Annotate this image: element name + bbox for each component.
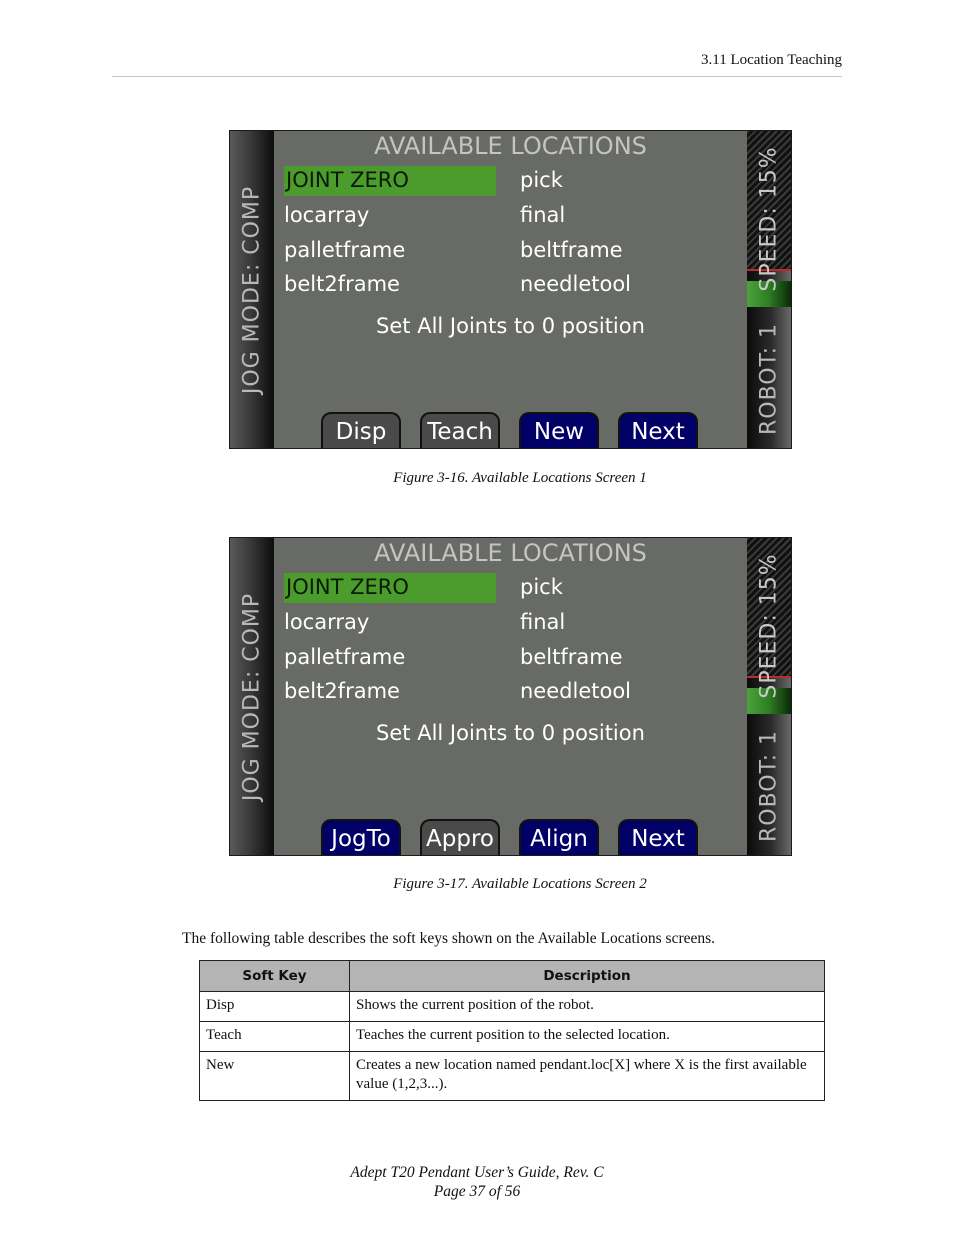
location-item[interactable]: belt2frame — [284, 270, 400, 300]
page-number: Page 37 of 56 — [433, 1183, 521, 1200]
help-text: Set All Joints to 0 position — [376, 721, 645, 745]
softkey-cell: New — [199, 1051, 350, 1101]
screen-title: AVAILABLE LOCATIONS — [374, 132, 647, 160]
intro-paragraph: The following table describes the soft k… — [182, 930, 716, 947]
location-item-selected[interactable]: JOINT ZERO — [284, 166, 496, 196]
figure-caption-text: Figure 3-16. Available Locations Screen … — [393, 470, 647, 486]
location-item[interactable]: needletool — [520, 677, 631, 707]
pendant-screen-2: JOG MODE: COMP AVAILABLE LOCATIONS JOINT… — [229, 537, 792, 856]
location-item[interactable]: pick — [520, 166, 563, 196]
help-text: Set All Joints to 0 position — [376, 314, 645, 338]
screen-title: AVAILABLE LOCATIONS — [374, 539, 647, 567]
speed-label: SPEED: 15% — [756, 553, 782, 699]
robot-label: ROBOT: 1 — [756, 322, 782, 436]
location-item[interactable]: locarray — [284, 201, 369, 231]
softkey-next[interactable]: Next > — [618, 819, 698, 855]
softkey-next[interactable]: Next > — [618, 412, 698, 448]
status-bar: SPEED: 15% ROBOT: 1 — [747, 538, 791, 855]
description-cell: Shows the current position of the robot. — [349, 991, 825, 1022]
softkey-cell: Teach — [199, 1021, 350, 1052]
location-item[interactable]: locarray — [284, 608, 369, 638]
jog-mode-bar: JOG MODE: COMP — [230, 131, 274, 448]
softkey-cell: Disp — [199, 991, 350, 1022]
location-item-selected[interactable]: JOINT ZERO — [284, 573, 496, 603]
location-item[interactable]: belt2frame — [284, 677, 400, 707]
location-item[interactable]: pick — [520, 573, 563, 603]
speed-label: SPEED: 15% — [756, 146, 782, 292]
description-cell: Creates a new location named pendant.loc… — [349, 1051, 825, 1101]
softkey-appro[interactable]: Appro — [420, 819, 500, 855]
softkey-disp[interactable]: Disp — [321, 412, 401, 448]
table-header-row: Soft Key Description — [199, 960, 825, 992]
softkey-teach[interactable]: Teach — [420, 412, 500, 448]
document-title: Adept T20 Pendant User’s Guide, Rev. C — [350, 1164, 604, 1181]
column-header: Soft Key — [199, 960, 350, 992]
location-item[interactable]: palletframe — [284, 236, 405, 266]
section-title: 3.11 Location Teaching — [701, 52, 842, 68]
robot-label: ROBOT: 1 — [756, 729, 782, 843]
page-footer: Adept T20 Pendant User’s Guide, Rev. C P… — [0, 1163, 954, 1201]
jog-mode-label: JOG MODE: COMP — [239, 592, 265, 801]
softkey-new[interactable]: New — [519, 412, 599, 448]
location-item[interactable]: palletframe — [284, 643, 405, 673]
pendant-screen-1: JOG MODE: COMP AVAILABLE LOCATIONS JOINT… — [229, 130, 792, 449]
running-header: 3.11 Location Teaching — [112, 52, 842, 77]
location-item[interactable]: needletool — [520, 270, 631, 300]
jog-mode-label: JOG MODE: COMP — [239, 185, 265, 394]
figure-caption-text: Figure 3-17. Available Locations Screen … — [393, 876, 647, 892]
description-cell: Teaches the current position to the sele… — [349, 1021, 825, 1052]
location-item[interactable]: final — [520, 608, 565, 638]
figure-caption: Figure 3-16. Available Locations Screen … — [0, 470, 954, 487]
table-row: New Creates a new location named pendant… — [199, 1051, 825, 1101]
table-row: Disp Shows the current position of the r… — [199, 991, 825, 1022]
location-item[interactable]: final — [520, 201, 565, 231]
table-row: Teach Teaches the current position to th… — [199, 1021, 825, 1052]
location-item[interactable]: beltframe — [520, 236, 623, 266]
softkey-align[interactable]: Align — [519, 819, 599, 855]
status-bar: SPEED: 15% ROBOT: 1 — [747, 131, 791, 448]
softkey-table: Soft Key Description Disp Shows the curr… — [199, 960, 825, 1101]
column-header: Description — [349, 960, 825, 992]
jog-mode-bar: JOG MODE: COMP — [230, 538, 274, 855]
softkey-jogto[interactable]: JogTo — [321, 819, 401, 855]
figure-caption: Figure 3-17. Available Locations Screen … — [0, 876, 954, 893]
location-item[interactable]: beltframe — [520, 643, 623, 673]
